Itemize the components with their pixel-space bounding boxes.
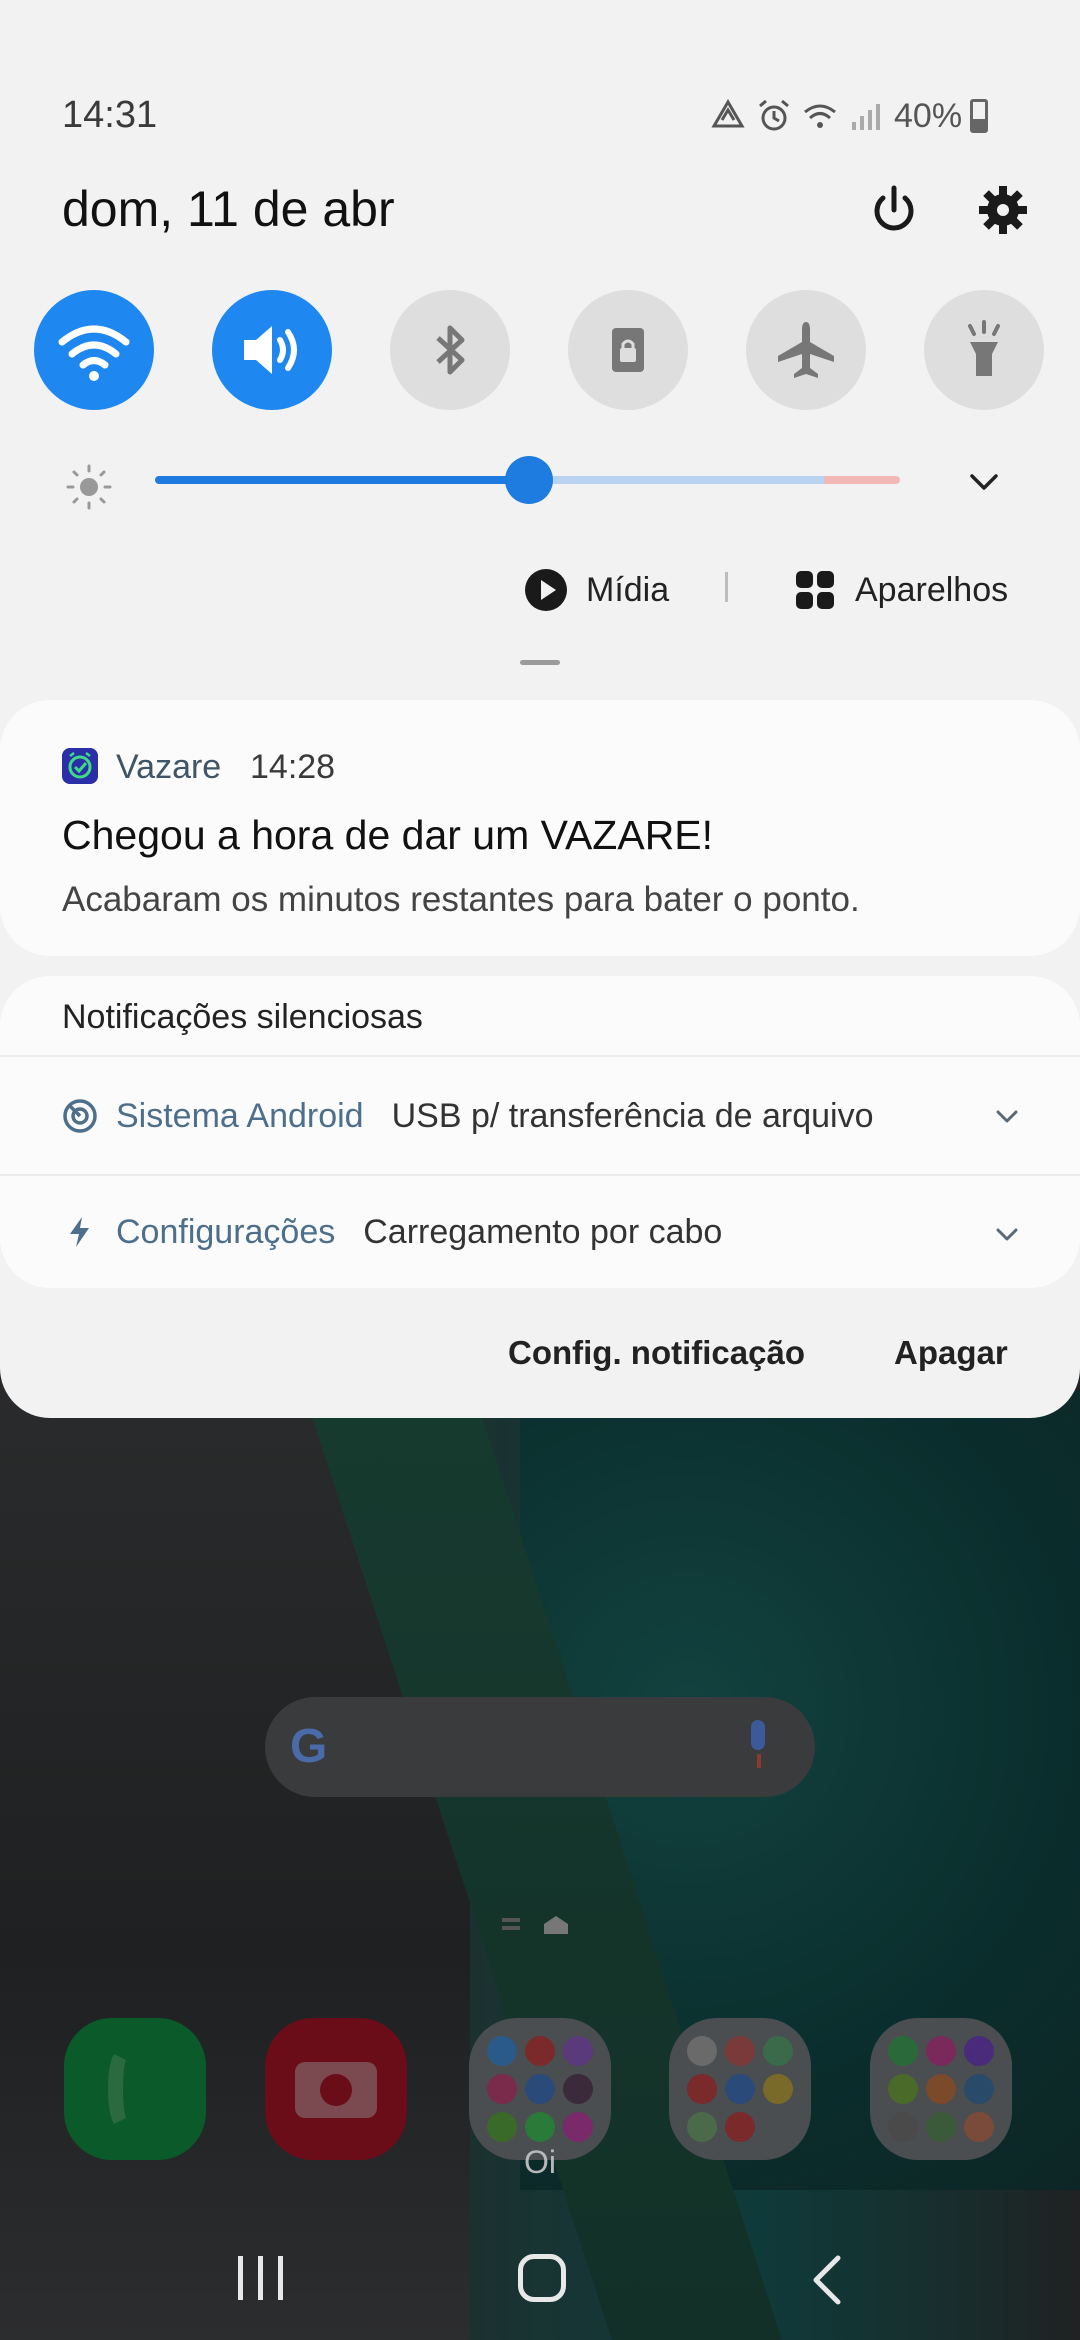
wifi-toggle[interactable] bbox=[34, 290, 154, 410]
android-system-icon bbox=[63, 1099, 97, 1133]
divider bbox=[0, 1055, 1080, 1057]
brightness-slider-fill bbox=[155, 476, 529, 484]
notification-time: 14:28 bbox=[250, 748, 336, 786]
status-icons: 40% bbox=[710, 92, 989, 140]
notification-title: Chegou a hora de dar um VAZARE! bbox=[62, 812, 714, 858]
mic-icon[interactable] bbox=[746, 1720, 772, 1772]
media-separator bbox=[725, 572, 728, 602]
google-search-bar[interactable] bbox=[265, 1697, 815, 1797]
devices-grid-icon bbox=[796, 571, 834, 609]
gear-icon[interactable] bbox=[975, 182, 1031, 238]
airplane-icon bbox=[778, 322, 834, 378]
power-icon[interactable] bbox=[866, 182, 922, 238]
media-button[interactable]: Mídia bbox=[524, 560, 669, 620]
brightness-icon bbox=[66, 464, 112, 510]
lock-icon bbox=[612, 328, 644, 372]
notification-app-name: Vazare bbox=[116, 748, 222, 786]
notification-settings-button[interactable]: Config. notificação bbox=[508, 1334, 805, 1372]
settings-app: Configurações bbox=[116, 1212, 336, 1251]
bluetooth-icon bbox=[436, 325, 465, 375]
battery-charging-icon bbox=[970, 99, 989, 133]
chevron-down-icon[interactable] bbox=[964, 462, 1004, 502]
recent-apps-button[interactable] bbox=[238, 2250, 286, 2310]
sound-toggle[interactable] bbox=[212, 290, 332, 410]
drag-handle[interactable] bbox=[520, 660, 560, 665]
lightning-icon bbox=[70, 1217, 89, 1247]
flashlight-toggle[interactable] bbox=[924, 290, 1044, 410]
phone-app-icon[interactable] bbox=[64, 2018, 206, 2160]
status-clock: 14:31 bbox=[62, 94, 158, 136]
chevron-down-icon[interactable] bbox=[990, 1218, 1024, 1252]
brightness-slider-high-zone bbox=[824, 476, 900, 484]
android-system-text: USB p/ transferência de arquivo bbox=[391, 1096, 874, 1135]
speaker-icon bbox=[244, 326, 297, 374]
clear-all-button[interactable]: Apagar bbox=[894, 1334, 1008, 1372]
date-label: dom, 11 de abr bbox=[62, 181, 395, 237]
google-folder[interactable] bbox=[669, 2018, 811, 2160]
notification-body: Acabaram os minutos restantes para bater… bbox=[62, 880, 860, 919]
oi-folder[interactable] bbox=[469, 2018, 611, 2160]
media-label: Mídia bbox=[586, 570, 670, 609]
camera-app-icon[interactable] bbox=[265, 2018, 407, 2160]
google-logo-icon: G bbox=[290, 1720, 328, 1773]
airplane-mode-toggle[interactable] bbox=[746, 290, 866, 410]
bluetooth-toggle[interactable] bbox=[390, 290, 510, 410]
social-folder[interactable] bbox=[870, 2018, 1012, 2160]
settings-text: Carregamento por cabo bbox=[363, 1212, 723, 1251]
wifi-icon bbox=[804, 104, 836, 128]
android-system-app: Sistema Android bbox=[116, 1096, 364, 1135]
rotation-lock-toggle[interactable] bbox=[568, 290, 688, 410]
android-system-notification[interactable]: Sistema Android USB p/ transferência de … bbox=[62, 1086, 874, 1146]
brightness-slider-track[interactable] bbox=[529, 476, 824, 484]
chevron-down-icon[interactable] bbox=[990, 1100, 1024, 1134]
alarm-icon bbox=[759, 99, 789, 131]
folder-label: Oi bbox=[524, 2144, 556, 2180]
battery-percent: 40% bbox=[894, 96, 963, 135]
flashlight-icon bbox=[968, 320, 1000, 376]
silent-notifications-header: Notificações silenciosas bbox=[62, 998, 423, 1036]
vazare-app-icon bbox=[62, 748, 98, 784]
play-icon bbox=[525, 569, 567, 611]
devices-label: Aparelhos bbox=[855, 570, 1009, 609]
settings-charging-notification[interactable]: Configurações Carregamento por cabo bbox=[62, 1202, 722, 1262]
wifi-sync-icon bbox=[711, 99, 745, 128]
devices-button[interactable]: Aparelhos bbox=[795, 560, 1008, 620]
signal-icon bbox=[852, 104, 880, 130]
brightness-slider-thumb[interactable] bbox=[505, 456, 553, 504]
back-button[interactable] bbox=[800, 2250, 860, 2310]
divider bbox=[0, 1174, 1080, 1176]
page-indicator bbox=[502, 1916, 568, 1934]
home-button[interactable] bbox=[518, 2254, 566, 2302]
battery-indicator: 40% bbox=[894, 96, 989, 136]
wifi-icon bbox=[58, 325, 130, 381]
